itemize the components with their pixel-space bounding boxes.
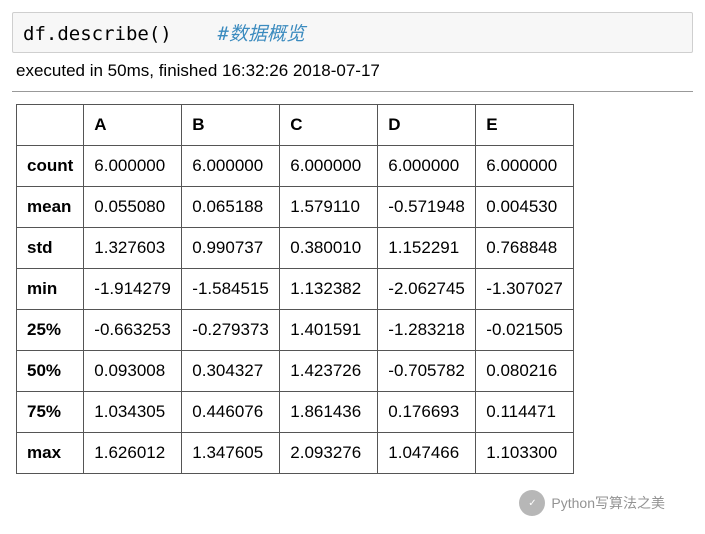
data-cell: 1.047466 xyxy=(378,433,476,474)
data-cell: 1.401591 xyxy=(280,310,378,351)
watermark: ✓ Python写算法之美 xyxy=(519,490,665,516)
data-cell: 0.065188 xyxy=(182,187,280,228)
row-index-cell: 25% xyxy=(17,310,84,351)
data-cell: -1.307027 xyxy=(476,269,574,310)
table-row: 25%-0.663253-0.2793731.401591-1.283218-0… xyxy=(17,310,574,351)
data-cell: 1.103300 xyxy=(476,433,574,474)
row-index-cell: min xyxy=(17,269,84,310)
column-header: A xyxy=(84,105,182,146)
table-row: 75%1.0343050.4460761.8614360.1766930.114… xyxy=(17,392,574,433)
data-cell: 1.152291 xyxy=(378,228,476,269)
data-cell: 1.861436 xyxy=(280,392,378,433)
data-cell: 1.347605 xyxy=(182,433,280,474)
row-index-cell: std xyxy=(17,228,84,269)
data-cell: 0.055080 xyxy=(84,187,182,228)
data-cell: 6.000000 xyxy=(476,146,574,187)
data-cell: -0.663253 xyxy=(84,310,182,351)
data-cell: -1.584515 xyxy=(182,269,280,310)
wechat-icon: ✓ xyxy=(519,490,545,516)
column-header: E xyxy=(476,105,574,146)
row-index-cell: max xyxy=(17,433,84,474)
table-row: mean0.0550800.0651881.579110-0.5719480.0… xyxy=(17,187,574,228)
dataframe-output-table: A B C D E count6.0000006.0000006.0000006… xyxy=(16,104,574,474)
data-cell: 0.004530 xyxy=(476,187,574,228)
table-corner-cell xyxy=(17,105,84,146)
row-index-cell: mean xyxy=(17,187,84,228)
data-cell: 0.304327 xyxy=(182,351,280,392)
data-cell: 1.132382 xyxy=(280,269,378,310)
data-cell: 0.990737 xyxy=(182,228,280,269)
table-row: std1.3276030.9907370.3800101.1522910.768… xyxy=(17,228,574,269)
data-cell: 1.327603 xyxy=(84,228,182,269)
execution-info: executed in 50ms, finished 16:32:26 2018… xyxy=(12,53,693,92)
data-cell: 6.000000 xyxy=(182,146,280,187)
data-cell: 2.093276 xyxy=(280,433,378,474)
data-cell: -1.914279 xyxy=(84,269,182,310)
data-cell: 0.446076 xyxy=(182,392,280,433)
column-header: B xyxy=(182,105,280,146)
data-cell: -0.571948 xyxy=(378,187,476,228)
data-cell: 1.626012 xyxy=(84,433,182,474)
row-index-cell: count xyxy=(17,146,84,187)
data-cell: 6.000000 xyxy=(378,146,476,187)
table-row: max1.6260121.3476052.0932761.0474661.103… xyxy=(17,433,574,474)
data-cell: -0.705782 xyxy=(378,351,476,392)
data-cell: 0.768848 xyxy=(476,228,574,269)
data-cell: 0.176693 xyxy=(378,392,476,433)
table-row: count6.0000006.0000006.0000006.0000006.0… xyxy=(17,146,574,187)
data-cell: 6.000000 xyxy=(280,146,378,187)
data-cell: 6.000000 xyxy=(84,146,182,187)
watermark-text: Python写算法之美 xyxy=(551,493,665,513)
data-cell: -1.283218 xyxy=(378,310,476,351)
code-comment: #数据概览 xyxy=(218,23,305,45)
table-header-row: A B C D E xyxy=(17,105,574,146)
column-header: D xyxy=(378,105,476,146)
data-cell: 1.423726 xyxy=(280,351,378,392)
data-cell: -0.279373 xyxy=(182,310,280,351)
data-cell: -0.021505 xyxy=(476,310,574,351)
data-cell: 1.579110 xyxy=(280,187,378,228)
code-input-cell[interactable]: df.describe() #数据概览 xyxy=(12,12,693,53)
data-cell: 0.114471 xyxy=(476,392,574,433)
data-cell: -2.062745 xyxy=(378,269,476,310)
data-cell: 1.034305 xyxy=(84,392,182,433)
code-call: df.describe() xyxy=(23,23,172,45)
data-cell: 0.093008 xyxy=(84,351,182,392)
row-index-cell: 75% xyxy=(17,392,84,433)
table-row: min-1.914279-1.5845151.132382-2.062745-1… xyxy=(17,269,574,310)
row-index-cell: 50% xyxy=(17,351,84,392)
table-row: 50%0.0930080.3043271.423726-0.7057820.08… xyxy=(17,351,574,392)
data-cell: 0.380010 xyxy=(280,228,378,269)
column-header: C xyxy=(280,105,378,146)
data-cell: 0.080216 xyxy=(476,351,574,392)
